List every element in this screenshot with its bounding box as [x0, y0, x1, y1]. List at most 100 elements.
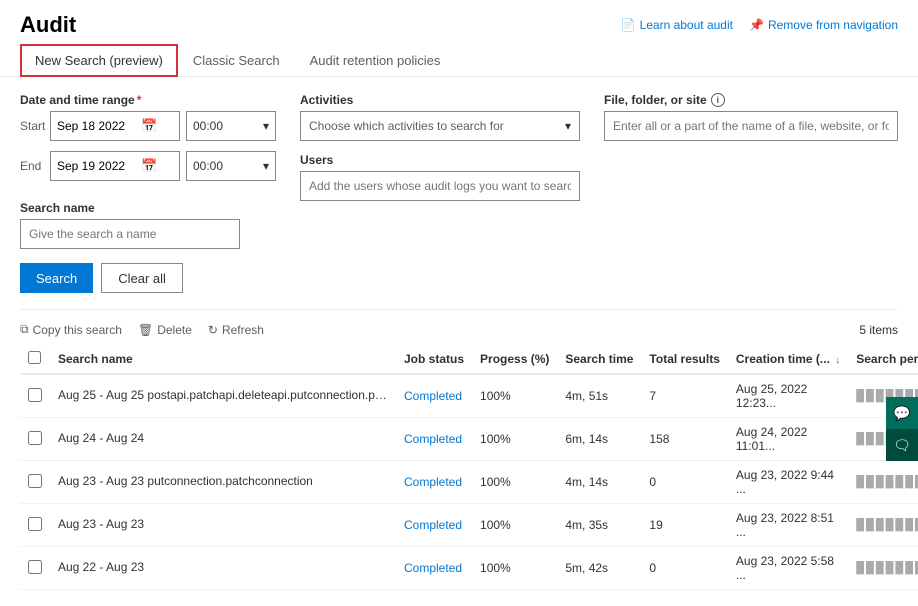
chat-button[interactable]: 💬 — [886, 397, 918, 429]
row-checkbox-0[interactable] — [28, 388, 42, 402]
results-toolbar: ⧉ Copy this search 🗑 Delete ↻ Refresh 5 … — [20, 318, 898, 345]
row-search-time-0: 4m, 51s — [557, 374, 641, 418]
delete-button[interactable]: 🗑 Delete — [138, 323, 192, 337]
row-total-results-3: 19 — [641, 504, 727, 547]
row-search-name-0: Aug 25 - Aug 25 postapi.patchapi.deletea… — [50, 374, 396, 418]
row-search-time-4: 5m, 42s — [557, 547, 641, 590]
results-table: Search name Job status Progess (%) Searc… — [20, 345, 918, 590]
users-label: Users — [300, 153, 580, 167]
calendar-icon-end[interactable]: 📅 — [141, 158, 157, 174]
col-total-results: Total results — [641, 345, 727, 374]
file-input[interactable] — [613, 112, 889, 140]
row-search-name-1: Aug 24 - Aug 24 — [50, 418, 396, 461]
toolbar-left: ⧉ Copy this search 🗑 Delete ↻ Refresh — [20, 322, 264, 337]
select-all-checkbox[interactable] — [28, 351, 41, 364]
tab-classic-search[interactable]: Classic Search — [178, 44, 295, 77]
table-header-row: Search name Job status Progess (%) Searc… — [20, 345, 918, 374]
info-circle-icon: 📄 — [621, 18, 636, 32]
search-name-input[interactable] — [29, 220, 231, 248]
row-search-time-3: 4m, 35s — [557, 504, 641, 547]
refresh-icon: ↻ — [208, 323, 218, 337]
search-name-group: Search name — [20, 201, 276, 249]
end-date-row: End 📅 00:00 ▾ — [20, 151, 276, 181]
row-performed-by-4: ████████████ — [848, 547, 918, 590]
table-row: Aug 23 - Aug 23 putconnection.patchconne… — [20, 461, 918, 504]
row-checkbox-4[interactable] — [28, 560, 42, 574]
col-search-name: Search name — [50, 345, 396, 374]
table-row: Aug 24 - Aug 24 Completed 100% 6m, 14s 1… — [20, 418, 918, 461]
clear-button[interactable]: Clear all — [101, 263, 183, 293]
right-panel: 💬 🗨 — [886, 397, 918, 461]
tab-bar: New Search (preview) Classic Search Audi… — [0, 44, 918, 77]
calendar-icon-start[interactable]: 📅 — [141, 118, 157, 134]
file-input-container[interactable] — [604, 111, 898, 141]
file-info-icon[interactable]: i — [711, 93, 725, 107]
row-status-4[interactable]: Completed — [396, 547, 472, 590]
start-date-field[interactable] — [57, 119, 137, 133]
col-progress: Progess (%) — [472, 345, 557, 374]
row-checkbox-cell — [20, 418, 50, 461]
remove-from-nav-link[interactable]: 📌 Remove from navigation — [749, 18, 898, 32]
row-creation-time-0: Aug 25, 2022 12:23... — [728, 374, 848, 418]
row-performed-by-3: ████████████ — [848, 504, 918, 547]
top-actions: 📄 Learn about audit 📌 Remove from naviga… — [621, 18, 898, 32]
row-creation-time-4: Aug 23, 2022 5:58 ... — [728, 547, 848, 590]
copy-icon: ⧉ — [20, 322, 29, 337]
start-date-input[interactable]: 📅 — [50, 111, 180, 141]
pin-icon: 📌 — [749, 18, 764, 32]
col-performed-by: Search performed by — [848, 345, 918, 374]
start-label: Start — [20, 119, 50, 133]
header-checkbox-col — [20, 345, 50, 374]
search-button[interactable]: Search — [20, 263, 93, 293]
row-progress-4: 100% — [472, 547, 557, 590]
table-row: Aug 23 - Aug 23 Completed 100% 4m, 35s 1… — [20, 504, 918, 547]
page-title: Audit — [20, 12, 76, 38]
row-total-results-4: 0 — [641, 547, 727, 590]
date-time-label: Date and time range* — [20, 93, 276, 107]
row-checkbox-2[interactable] — [28, 474, 42, 488]
end-date-input[interactable]: 📅 — [50, 151, 180, 181]
table-row: Aug 22 - Aug 23 Completed 100% 5m, 42s 0… — [20, 547, 918, 590]
col-search-time: Search time — [557, 345, 641, 374]
feedback-button[interactable]: 🗨 — [886, 429, 918, 461]
tab-retention-policies[interactable]: Audit retention policies — [295, 44, 456, 77]
main-content: Date and time range* Start 📅 00:00 ▾ End… — [0, 77, 918, 606]
chat-icon: 💬 — [893, 405, 910, 422]
row-status-2[interactable]: Completed — [396, 461, 472, 504]
learn-about-audit-link[interactable]: 📄 Learn about audit — [621, 18, 733, 32]
row-checkbox-cell — [20, 374, 50, 418]
row-status-0[interactable]: Completed — [396, 374, 472, 418]
activities-label: Activities — [300, 93, 580, 107]
activities-select[interactable]: Choose which activities to search for ▾ — [300, 111, 580, 141]
row-checkbox-1[interactable] — [28, 431, 42, 445]
search-name-label: Search name — [20, 201, 276, 215]
row-search-time-2: 4m, 14s — [557, 461, 641, 504]
row-progress-1: 100% — [472, 418, 557, 461]
search-form: Date and time range* Start 📅 00:00 ▾ End… — [20, 93, 898, 249]
file-label: File, folder, or site i — [604, 93, 898, 107]
row-status-3[interactable]: Completed — [396, 504, 472, 547]
start-time-select[interactable]: 00:00 ▾ — [186, 111, 276, 141]
top-bar: Audit 📄 Learn about audit 📌 Remove from … — [0, 0, 918, 44]
file-group: File, folder, or site i — [604, 93, 898, 249]
refresh-button[interactable]: ↻ Refresh — [208, 323, 264, 337]
start-date-row: Start 📅 00:00 ▾ — [20, 111, 276, 141]
users-input-container[interactable] — [300, 171, 580, 201]
row-progress-2: 100% — [472, 461, 557, 504]
table-row: Aug 25 - Aug 25 postapi.patchapi.deletea… — [20, 374, 918, 418]
row-checkbox-cell — [20, 461, 50, 504]
users-input[interactable] — [309, 172, 571, 200]
row-checkbox-3[interactable] — [28, 517, 42, 531]
row-search-name-4: Aug 22 - Aug 23 — [50, 547, 396, 590]
row-checkbox-cell — [20, 504, 50, 547]
copy-search-button[interactable]: ⧉ Copy this search — [20, 322, 122, 337]
form-buttons: Search Clear all — [20, 263, 898, 293]
tab-new-search[interactable]: New Search (preview) — [20, 44, 178, 77]
end-time-select[interactable]: 00:00 ▾ — [186, 151, 276, 181]
row-status-1[interactable]: Completed — [396, 418, 472, 461]
search-name-container[interactable] — [20, 219, 240, 249]
section-divider — [20, 309, 898, 310]
table-body: Aug 25 - Aug 25 postapi.patchapi.deletea… — [20, 374, 918, 590]
row-performed-by-2: ████████████ — [848, 461, 918, 504]
end-date-field[interactable] — [57, 159, 137, 173]
